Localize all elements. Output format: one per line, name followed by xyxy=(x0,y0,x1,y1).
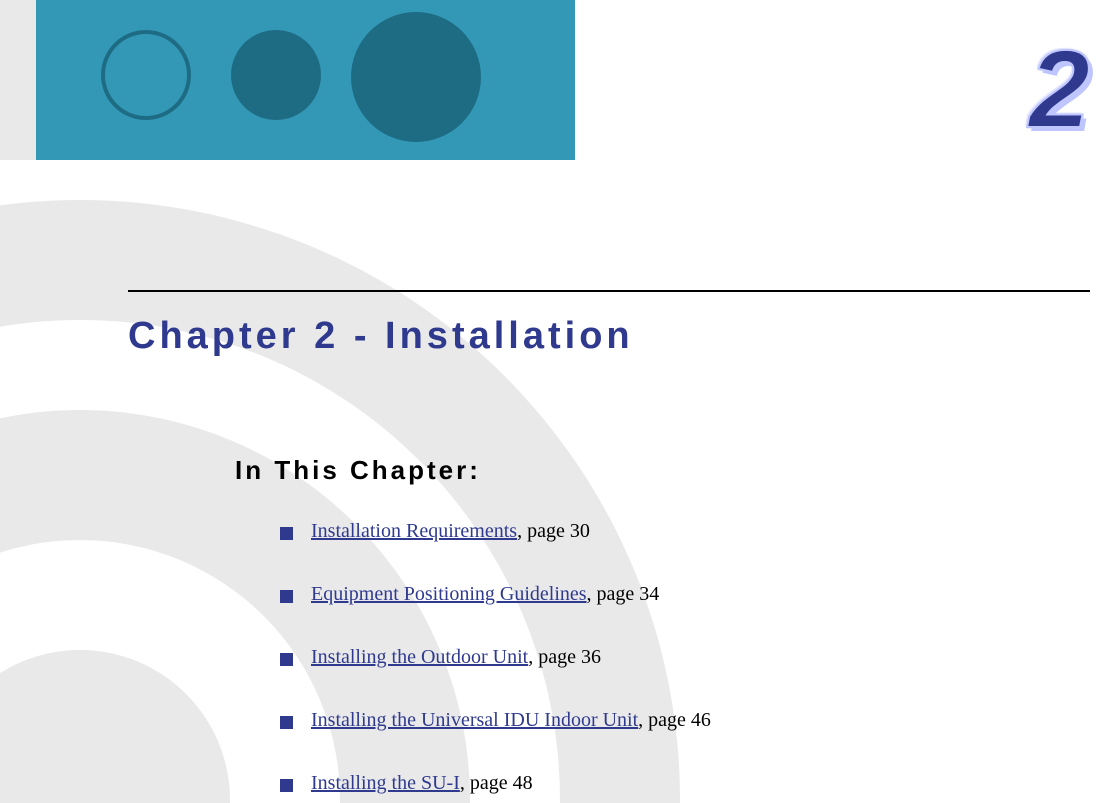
toc-link[interactable]: Installation Requirements xyxy=(311,520,517,542)
square-bullet-icon xyxy=(280,653,293,666)
toc-item: Equipment Positioning Guidelines, page 3… xyxy=(280,583,1060,606)
toc-link[interactable]: Installing the Universal IDU Indoor Unit xyxy=(311,709,638,731)
circle-outline-icon xyxy=(101,30,191,120)
toc-item: Installing the Universal IDU Indoor Unit… xyxy=(280,709,1060,732)
circle-solid-large-icon xyxy=(351,12,481,142)
toc-link[interactable]: Installing the Outdoor Unit xyxy=(311,646,528,668)
toc-page: , page 34 xyxy=(587,583,660,605)
toc-link[interactable]: Equipment Positioning Guidelines xyxy=(311,583,587,605)
header-banner xyxy=(0,0,575,160)
chapter-number: 2 xyxy=(1029,35,1090,145)
square-bullet-icon xyxy=(280,590,293,603)
square-bullet-icon xyxy=(280,779,293,792)
section-heading: In This Chapter: xyxy=(235,455,481,486)
toc-page: , page 46 xyxy=(638,709,711,731)
toc-page: , page 48 xyxy=(460,772,533,794)
toc-item: Installing the Outdoor Unit, page 36 xyxy=(280,646,1060,669)
square-bullet-icon xyxy=(280,527,293,540)
toc-item: Installing the SU-I, page 48 xyxy=(280,772,1060,795)
circle-solid-small-icon xyxy=(231,30,321,120)
toc-page: , page 30 xyxy=(517,520,590,542)
square-bullet-icon xyxy=(280,716,293,729)
toc-item: Installation Requirements, page 30 xyxy=(280,520,1060,543)
divider xyxy=(128,290,1090,292)
toc-page: , page 36 xyxy=(528,646,601,668)
toc-link[interactable]: Installing the SU-I xyxy=(311,772,460,794)
chapter-title: Chapter 2 - Installation xyxy=(128,315,634,358)
toc-list: Installation Requirements, page 30 Equip… xyxy=(280,520,1060,803)
